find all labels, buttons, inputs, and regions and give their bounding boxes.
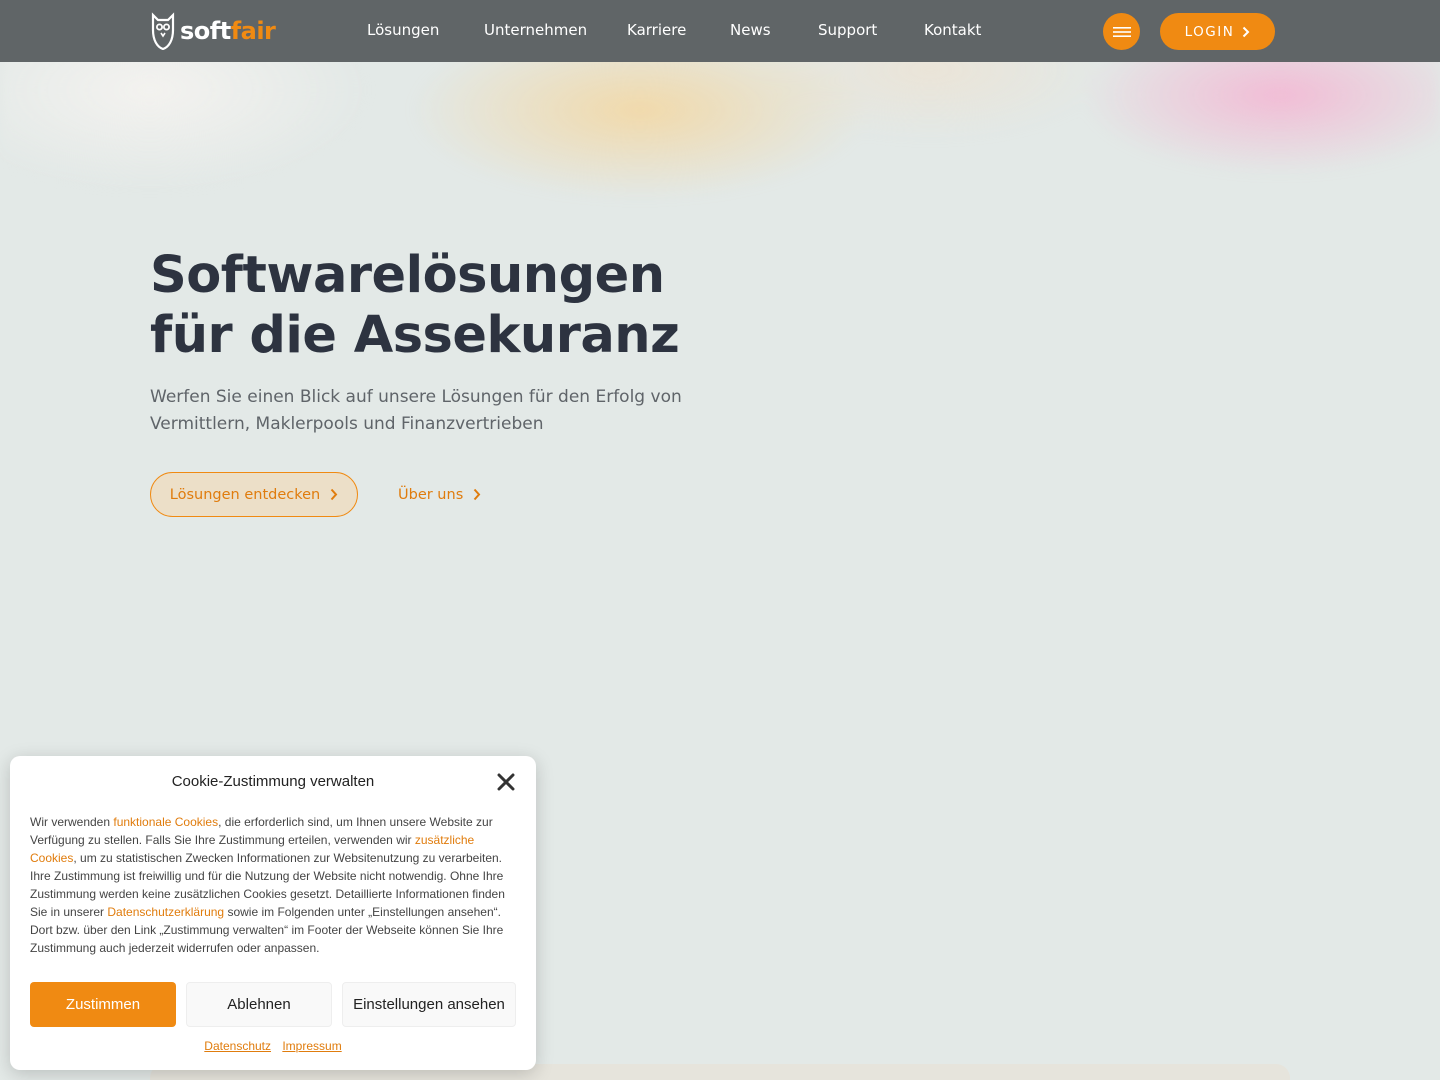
deny-button[interactable]: Ablehnen xyxy=(186,982,332,1027)
nav-item-support[interactable]: Support xyxy=(818,21,877,39)
menu-button[interactable] xyxy=(1103,13,1140,50)
site-logo[interactable]: softfair xyxy=(150,12,276,50)
nav-item-unternehmen[interactable]: Unternehmen xyxy=(484,21,587,39)
nav-item-news[interactable]: News xyxy=(730,21,771,39)
hero-title-line2: für die Assekuranz xyxy=(150,306,680,365)
accept-button[interactable]: Zustimmen xyxy=(30,982,176,1027)
discover-solutions-button[interactable]: Lösungen entdecken xyxy=(150,472,358,517)
logo-text-soft: soft xyxy=(180,17,231,45)
functional-cookies-link[interactable]: funktionale Cookies xyxy=(113,815,218,829)
chevron-right-icon xyxy=(1243,26,1250,37)
close-icon xyxy=(497,773,515,791)
login-button[interactable]: LOGIN xyxy=(1160,13,1275,50)
hamburger-icon xyxy=(1112,26,1131,37)
about-us-link[interactable]: Über uns xyxy=(398,472,481,517)
cookie-consent-dialog: Cookie-Zustimmung verwalten Wir verwende… xyxy=(10,756,536,1070)
privacy-policy-link[interactable]: Datenschutzerklärung xyxy=(107,905,224,919)
cookie-dialog-links: Datenschutz Impressum xyxy=(10,1039,536,1053)
nav-item-karriere[interactable]: Karriere xyxy=(627,21,686,39)
hero-subtitle: Werfen Sie einen Blick auf unsere Lösung… xyxy=(150,387,682,434)
chevron-right-icon xyxy=(474,488,481,501)
cookie-text-part: Wir verwenden xyxy=(30,815,114,829)
site-header: softfair Lösungen Unternehmen Karriere N… xyxy=(0,0,1440,62)
nav-item-loesungen[interactable]: Lösungen xyxy=(367,21,439,39)
view-preferences-button[interactable]: Einstellungen ansehen xyxy=(342,982,516,1027)
discover-solutions-label: Lösungen entdecken xyxy=(169,486,321,503)
datenschutz-link[interactable]: Datenschutz xyxy=(204,1039,271,1053)
owl-icon xyxy=(151,12,175,50)
nav-item-kontakt[interactable]: Kontakt xyxy=(924,21,981,39)
cookie-dialog-text: Wir verwenden funktionale Cookies, die e… xyxy=(30,813,518,957)
hero-title-line1: Softwarelösungen xyxy=(150,246,665,305)
hero-title: Softwarelösungen für die Assekuranz xyxy=(150,246,770,366)
cookie-dialog-title: Cookie-Zustimmung verwalten xyxy=(171,773,375,790)
login-label: LOGIN xyxy=(1184,23,1235,40)
chevron-right-icon xyxy=(330,488,338,501)
logo-wordmark: softfair xyxy=(180,17,276,45)
about-us-label: Über uns xyxy=(398,486,464,503)
close-button[interactable] xyxy=(496,772,516,792)
impressum-link[interactable]: Impressum xyxy=(282,1039,341,1053)
logo-text-fair: fair xyxy=(230,17,276,45)
